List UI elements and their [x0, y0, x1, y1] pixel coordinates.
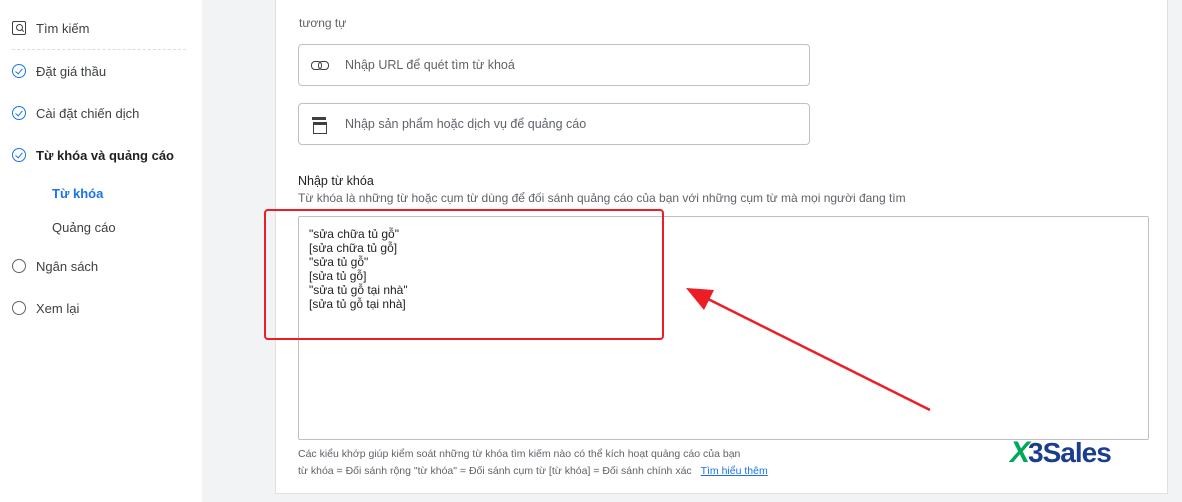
- logo-mark: X: [1010, 436, 1030, 469]
- arrow-line: [705, 296, 931, 412]
- arrow-annotation: [686, 288, 931, 412]
- logo-text: 3Sales: [1028, 437, 1112, 468]
- x3sales-logo: X 3Sales: [1010, 436, 1112, 470]
